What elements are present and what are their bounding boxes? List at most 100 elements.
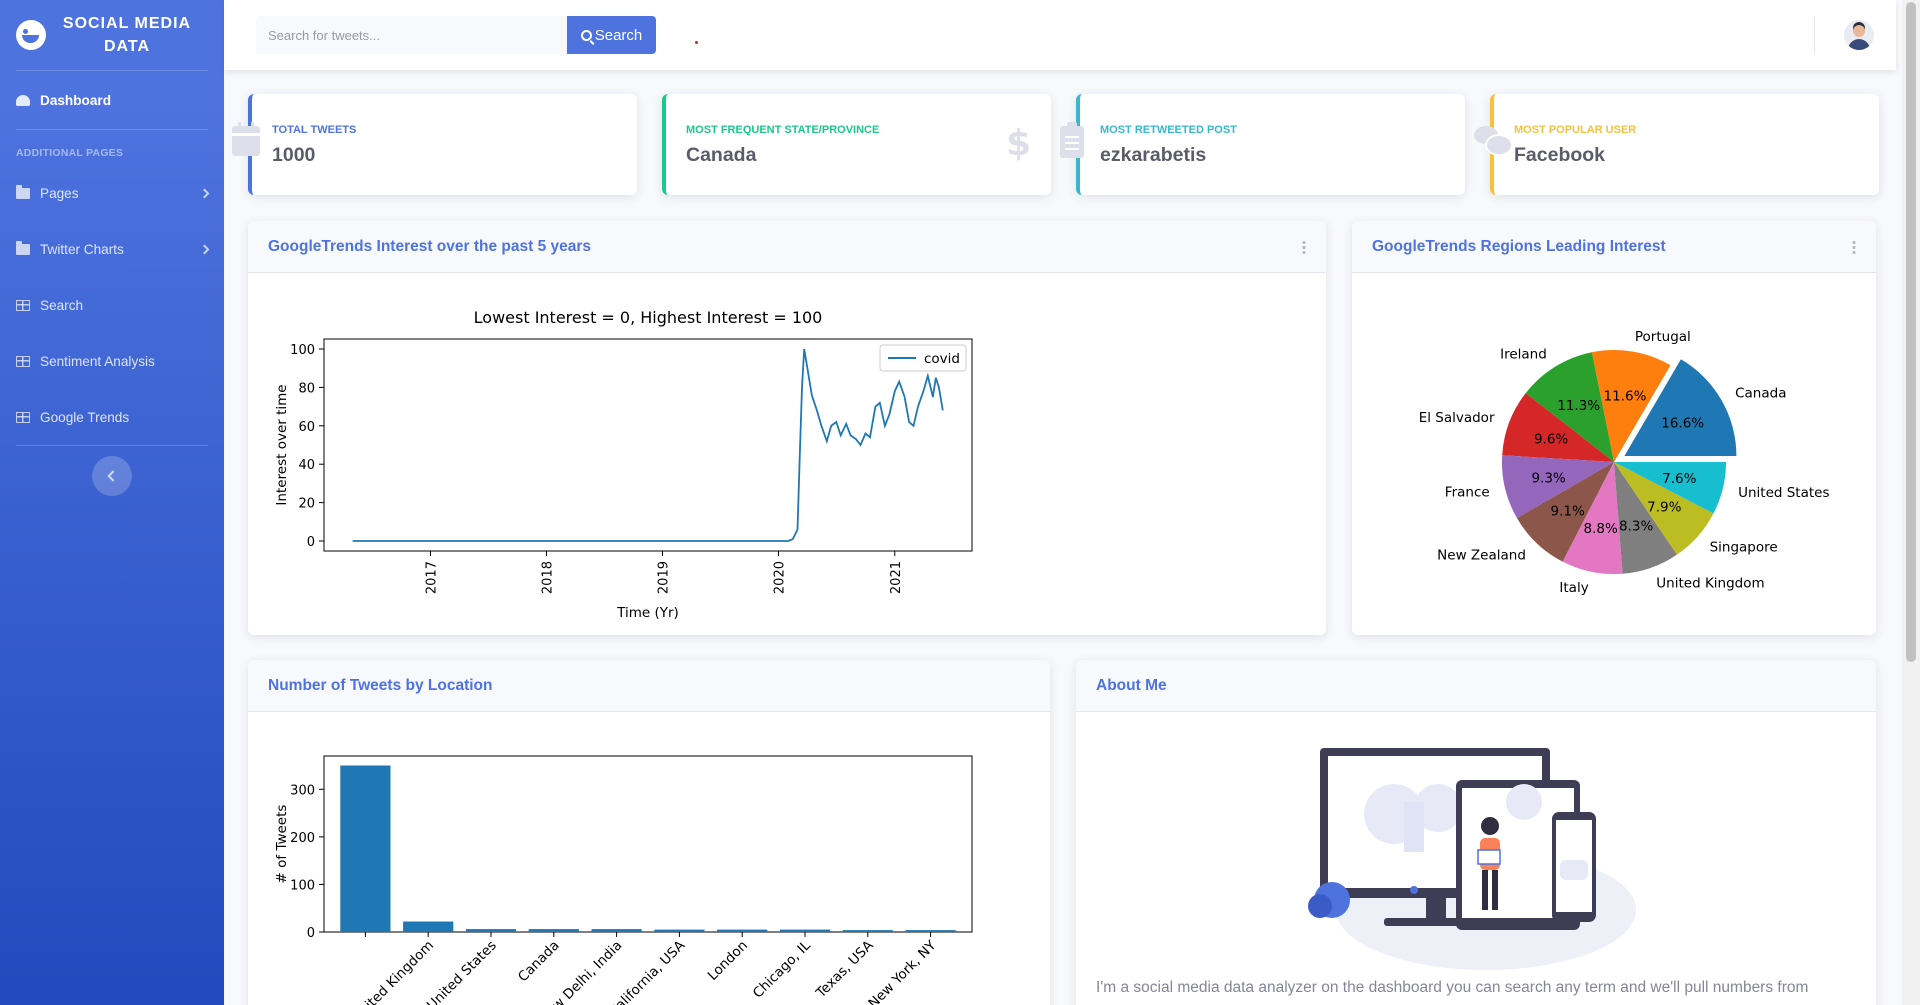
red-dot bbox=[695, 41, 698, 44]
y-tick-label: 20 bbox=[298, 497, 315, 512]
pie-pct-label: 9.6% bbox=[1534, 431, 1568, 447]
sidebar-item-label: Google Trends bbox=[40, 409, 130, 425]
pie-category-label: El Salvador bbox=[1419, 410, 1495, 426]
legend-label: covid bbox=[924, 351, 960, 367]
panel-title: GoogleTrends Regions Leading Interest bbox=[1372, 237, 1666, 255]
bar bbox=[591, 929, 642, 932]
pie-category-label: France bbox=[1445, 484, 1490, 500]
topbar: Search bbox=[224, 0, 1896, 70]
devices-illustration bbox=[1308, 748, 1636, 970]
sidebar-item-label: Sentiment Analysis bbox=[40, 353, 155, 369]
y-axis-label: Interest over time bbox=[274, 384, 290, 505]
bar bbox=[717, 929, 768, 932]
more-options-icon[interactable] bbox=[1302, 239, 1306, 254]
sidebar-item-pages[interactable]: Pages bbox=[0, 165, 224, 221]
pie-category-label: Italy bbox=[1559, 580, 1588, 596]
search-input[interactable] bbox=[256, 16, 567, 54]
sidebar-item-search[interactable]: Search bbox=[0, 277, 224, 333]
regions-interest-panel: GoogleTrends Regions Leading Interest 16… bbox=[1352, 221, 1876, 635]
y-tick-label: 100 bbox=[290, 343, 315, 358]
y-tick-label: 0 bbox=[307, 535, 315, 550]
stat-value: ezkarabetis bbox=[1100, 144, 1207, 166]
stat-label: MOST RETWEETED POST bbox=[1100, 124, 1237, 136]
clipboard-icon bbox=[1060, 122, 1084, 158]
plot-frame bbox=[323, 755, 973, 933]
stat-value: 1000 bbox=[272, 144, 316, 166]
interest-line-chart: Lowest Interest = 0, Highest Interest = … bbox=[274, 308, 973, 621]
x-tick-label: 2020 bbox=[772, 561, 787, 594]
panel-title: About Me bbox=[1096, 676, 1167, 694]
sidebar-toggle-button[interactable] bbox=[92, 456, 132, 496]
y-tick-label: 200 bbox=[290, 831, 315, 846]
stat-card-total-tweets: TOTAL TWEETS 1000 bbox=[232, 94, 637, 195]
pie-pct-label: 16.6% bbox=[1661, 416, 1704, 432]
about-me-panel: About Me I'm a social media data analyze… bbox=[1076, 660, 1876, 1005]
pie-pct-label: 11.3% bbox=[1557, 398, 1600, 414]
x-tick-label: 2019 bbox=[656, 561, 671, 594]
pie-category-label: United Kingdom bbox=[1656, 576, 1764, 592]
more-options-icon[interactable] bbox=[1852, 239, 1856, 254]
search-button[interactable]: Search bbox=[567, 16, 656, 54]
table-icon bbox=[16, 355, 30, 367]
chart-title: Lowest Interest = 0, Highest Interest = … bbox=[474, 308, 823, 327]
plot-frame bbox=[323, 338, 973, 552]
pie-pct-label: 9.1% bbox=[1551, 504, 1585, 520]
bar bbox=[779, 929, 831, 932]
folder-icon bbox=[16, 184, 30, 199]
laugh-icon bbox=[16, 20, 46, 50]
stat-card-retweeted-post: MOST RETWEETED POST ezkarabetis bbox=[1060, 94, 1465, 195]
stat-value: Canada bbox=[686, 144, 757, 166]
x-tick-label: Chicago, IL bbox=[750, 937, 814, 1001]
pie-pct-label: 8.3% bbox=[1619, 518, 1653, 534]
sidebar-item-twitter-charts[interactable]: Twitter Charts bbox=[0, 221, 224, 277]
stat-label: MOST POPULAR USER bbox=[1514, 124, 1637, 136]
pie-pct-label: 9.3% bbox=[1531, 471, 1565, 487]
x-tick-label: United Kingdom bbox=[349, 938, 437, 1005]
brand-title: SOCIAL MEDIA DATA bbox=[62, 15, 192, 55]
pie-pct-label: 8.8% bbox=[1584, 521, 1618, 537]
x-tick-label: New York, NY bbox=[865, 937, 940, 1005]
location-bar-chart: United KingdomUnited States CanadaNew Del… bbox=[274, 755, 973, 1005]
y-axis-label: # of Tweets bbox=[274, 805, 290, 884]
sidebar-item-sentiment-analysis[interactable]: Sentiment Analysis bbox=[0, 333, 224, 389]
x-tick-label: 2018 bbox=[540, 561, 555, 594]
x-tick-label: 2017 bbox=[424, 561, 439, 594]
page-scrollbar[interactable] bbox=[1902, 0, 1920, 1005]
sidebar-item-google-trends[interactable]: Google Trends bbox=[0, 389, 224, 445]
chevron-right-icon bbox=[199, 188, 210, 198]
sidebar-heading: ADDITIONAL PAGES bbox=[16, 148, 124, 159]
bar bbox=[905, 930, 956, 932]
panel-header: About Me bbox=[1076, 660, 1876, 712]
folder-icon bbox=[16, 240, 30, 255]
scrollbar-thumb[interactable] bbox=[1906, 2, 1916, 662]
panel-title: Number of Tweets by Location bbox=[268, 676, 493, 694]
pie-pct-label: 7.6% bbox=[1662, 471, 1696, 487]
y-tick-label: 40 bbox=[298, 458, 315, 473]
search-icon bbox=[580, 29, 592, 41]
sidebar-brand[interactable]: SOCIAL MEDIA DATA bbox=[0, 0, 224, 70]
bar bbox=[465, 929, 517, 932]
x-tick-label: London bbox=[705, 938, 751, 984]
panel-header: Number of Tweets by Location bbox=[248, 660, 1050, 712]
y-tick-label: 300 bbox=[290, 783, 315, 798]
bar bbox=[340, 765, 391, 932]
x-tick-label: Canada bbox=[515, 938, 563, 986]
y-tick-label: 100 bbox=[290, 878, 315, 893]
pie-category-label: Canada bbox=[1735, 386, 1786, 402]
pie-pct-label: 7.9% bbox=[1647, 500, 1681, 516]
sidebar-item-label: Pages bbox=[40, 185, 79, 201]
pie-category-label: New Zealand bbox=[1437, 548, 1526, 564]
bar bbox=[528, 929, 579, 932]
sidebar-item-dashboard[interactable]: Dashboard bbox=[0, 71, 224, 129]
user-avatar[interactable] bbox=[1844, 20, 1874, 50]
panel-header: GoogleTrends Interest over the past 5 ye… bbox=[248, 221, 1326, 273]
regions-pie-chart: 16.6% Canada 11.6% Portugal 11.3% Ireland 9.6%… bbox=[1419, 329, 1830, 596]
pie-category-label: Singapore bbox=[1710, 540, 1778, 556]
stat-label: MOST FREQUENT STATE/PROVINCE bbox=[686, 124, 880, 136]
y-tick-label: 80 bbox=[298, 381, 315, 396]
sidebar-item-label: Dashboard bbox=[40, 92, 112, 108]
calendar-icon bbox=[232, 122, 260, 156]
search-button-label: Search bbox=[594, 26, 643, 44]
x-tick-label: 2021 bbox=[889, 561, 904, 594]
tachometer-icon bbox=[16, 94, 30, 106]
